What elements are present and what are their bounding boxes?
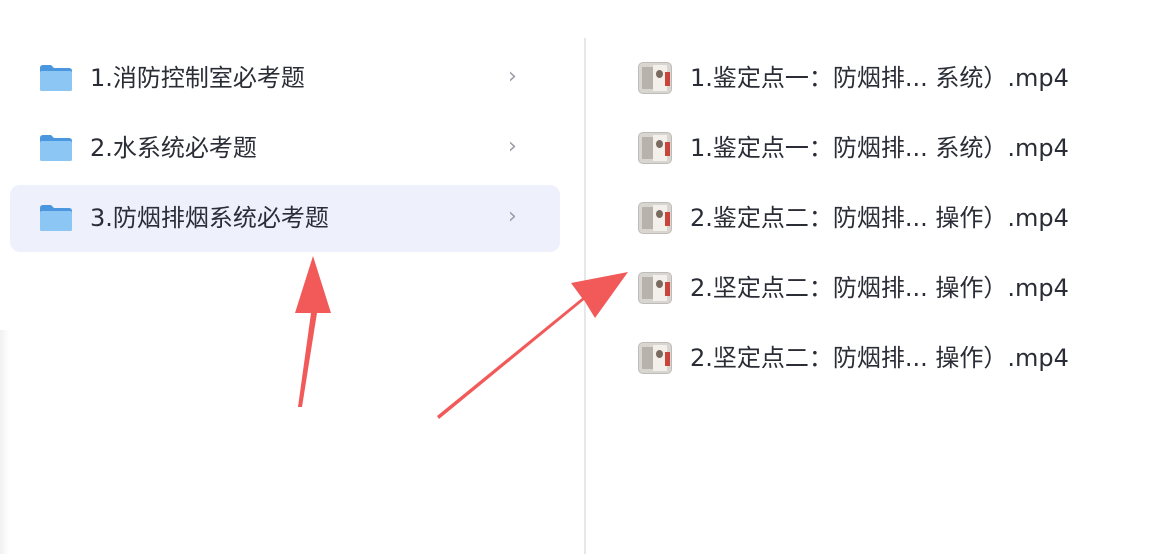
video-thumbnail-icon xyxy=(638,202,672,234)
file-browser: 1.消防控制室必考题 › 2.水系统必考题 › 3.防烟排烟系统必考题 › 1.… xyxy=(0,0,1174,554)
file-row-4[interactable]: 2.坚定点二：防烟排... 操作）.mp4 xyxy=(636,263,1156,313)
file-row-5[interactable]: 2.坚定点二：防烟排... 操作）.mp4 xyxy=(636,333,1156,383)
chevron-right-icon: › xyxy=(508,64,517,89)
chevron-right-icon: › xyxy=(508,134,517,159)
folder-icon xyxy=(40,205,72,231)
file-row-3[interactable]: 2.鉴定点二：防烟排... 操作）.mp4 xyxy=(636,193,1156,243)
file-name: 2.坚定点二：防烟排... 操作）.mp4 xyxy=(690,274,1069,302)
file-name: 2.鉴定点二：防烟排... 操作）.mp4 xyxy=(690,204,1069,232)
video-thumbnail-icon xyxy=(638,62,672,94)
file-name: 2.坚定点二：防烟排... 操作）.mp4 xyxy=(690,344,1069,372)
file-name: 1.鉴定点一：防烟排... 系统）.mp4 xyxy=(690,134,1069,162)
folder-icon xyxy=(40,65,72,91)
folder-icon xyxy=(40,135,72,161)
folder-label: 1.消防控制室必考题 xyxy=(90,64,305,92)
folder-row-1[interactable]: 1.消防控制室必考题 › xyxy=(10,45,560,112)
video-thumbnail-icon xyxy=(638,272,672,304)
folder-row-3-selected[interactable]: 3.防烟排烟系统必考题 › xyxy=(10,185,560,252)
video-thumbnail-icon xyxy=(638,342,672,374)
chevron-right-icon: › xyxy=(508,204,517,229)
file-name: 1.鉴定点一：防烟排... 系统）.mp4 xyxy=(690,64,1069,92)
folder-label: 2.水系统必考题 xyxy=(90,134,257,162)
folder-row-2[interactable]: 2.水系统必考题 › xyxy=(10,115,560,182)
folder-label: 3.防烟排烟系统必考题 xyxy=(90,204,329,232)
video-thumbnail-icon xyxy=(638,132,672,164)
file-row-1[interactable]: 1.鉴定点一：防烟排... 系统）.mp4 xyxy=(636,53,1156,103)
file-row-2[interactable]: 1.鉴定点一：防烟排... 系统）.mp4 xyxy=(636,123,1156,173)
folder-list: 1.消防控制室必考题 › 2.水系统必考题 › 3.防烟排烟系统必考题 › xyxy=(0,0,584,554)
edge-shade xyxy=(0,330,10,554)
file-list: 1.鉴定点一：防烟排... 系统）.mp4 1.鉴定点一：防烟排... 系统）.… xyxy=(586,0,1174,554)
